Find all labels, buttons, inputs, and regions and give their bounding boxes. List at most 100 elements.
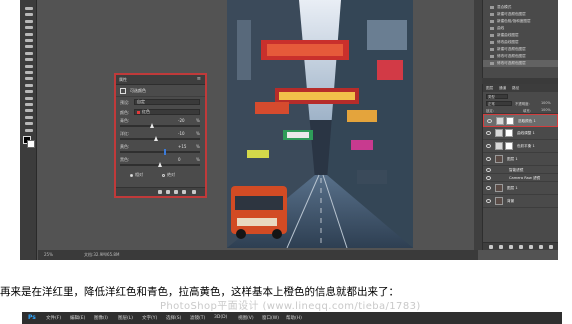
layer-row[interactable]: Camera Raw 滤镜: [483, 174, 558, 182]
layer-row[interactable]: 选取颜色 1: [483, 114, 558, 127]
menu-item[interactable]: 视图(V): [238, 315, 254, 321]
colors-select[interactable]: 红色: [134, 109, 200, 115]
mask-icon[interactable]: [509, 245, 513, 249]
menu-item[interactable]: 编辑(E): [70, 315, 85, 321]
dodge-tool[interactable]: [23, 89, 34, 95]
adjustment-icon[interactable]: [519, 245, 523, 249]
history-item[interactable]: 新建曲线图层: [483, 32, 558, 39]
lasso-tool[interactable]: [23, 19, 34, 25]
layer-row[interactable]: 背景: [483, 195, 558, 208]
layer-row[interactable]: 图层 1: [483, 182, 558, 195]
menu-item[interactable]: 图层(L): [118, 315, 133, 321]
quick-select-tool[interactable]: [23, 25, 34, 31]
menu-item[interactable]: 滤镜(T): [190, 315, 205, 321]
preset-select[interactable]: 自定: [134, 99, 200, 105]
visibility-icon[interactable]: [182, 190, 186, 194]
history-item[interactable]: 修改曲线图层: [483, 39, 558, 46]
slider-value[interactable]: -20: [178, 118, 185, 123]
history-item[interactable]: 新建色相/饱和度图层: [483, 18, 558, 25]
history-item[interactable]: 新建可选颜色图层: [483, 11, 558, 18]
layer-thumb[interactable]: [495, 197, 503, 205]
new-layer-icon[interactable]: [539, 245, 543, 249]
path-select-tool[interactable]: [23, 108, 34, 114]
move-tool[interactable]: [23, 6, 34, 12]
mask-thumb[interactable]: [505, 129, 513, 137]
radio-relative[interactable]: 相对: [130, 172, 143, 178]
history-item[interactable]: 曲线: [483, 25, 558, 32]
link-icon[interactable]: [489, 245, 493, 249]
brush-tool[interactable]: [23, 51, 34, 57]
menu-item[interactable]: 文件(F): [46, 315, 61, 321]
eye-icon[interactable]: [486, 199, 491, 203]
menu-item[interactable]: 文字(Y): [142, 315, 157, 321]
crop-tool[interactable]: [23, 32, 34, 38]
slider-track[interactable]: [120, 138, 200, 140]
healing-tool[interactable]: [23, 44, 34, 50]
history-item[interactable]: 修改可选颜色图层: [483, 60, 558, 67]
blur-tool[interactable]: [23, 83, 34, 89]
gradient-tool[interactable]: [23, 76, 34, 82]
folder-icon[interactable]: [529, 245, 533, 249]
history-brush-tool[interactable]: [23, 64, 34, 70]
menu-item[interactable]: 帮助(H): [286, 315, 302, 321]
clone-tool[interactable]: [23, 57, 34, 63]
clip-to-layer-icon[interactable]: [158, 190, 162, 194]
tools-panel: [20, 0, 37, 260]
type-tool[interactable]: [23, 102, 34, 108]
view-previous-icon[interactable]: [166, 190, 170, 194]
tab-channels[interactable]: 通道: [499, 84, 506, 92]
menu-item[interactable]: 窗口(W): [262, 315, 279, 321]
hand-tool[interactable]: [23, 121, 34, 127]
layer-thumb[interactable]: [495, 155, 503, 163]
mask-thumb[interactable]: [506, 117, 514, 125]
eye-icon[interactable]: [486, 157, 491, 161]
panel-menu-icon[interactable]: ≡: [197, 76, 201, 82]
fill-value[interactable]: 100%: [541, 108, 551, 112]
layer-row[interactable]: 智能滤镜: [483, 166, 558, 174]
eye-icon[interactable]: [486, 176, 491, 180]
slider-value[interactable]: +15: [178, 144, 186, 149]
eye-icon[interactable]: [486, 168, 491, 172]
eye-icon[interactable]: [486, 144, 491, 148]
slider-thumb[interactable]: [164, 149, 167, 155]
shape-tool[interactable]: [23, 115, 34, 121]
document-size[interactable]: 文档:32.9M/65.8M: [84, 250, 119, 260]
eyedropper-tool[interactable]: [23, 38, 34, 44]
properties-tab[interactable]: 属性: [119, 77, 127, 83]
canvas-area[interactable]: [38, 0, 478, 250]
menu-item[interactable]: 选择(S): [166, 315, 181, 321]
eye-icon[interactable]: [487, 119, 492, 123]
slider-track[interactable]: [120, 151, 200, 153]
radio-absolute[interactable]: 绝对: [162, 172, 175, 178]
layer-thumb[interactable]: [495, 184, 503, 192]
background-color-swatch[interactable]: [27, 140, 35, 148]
tab-layers[interactable]: 图层: [486, 84, 493, 92]
zoom-tool[interactable]: [23, 128, 34, 134]
tab-paths[interactable]: 路径: [512, 84, 519, 92]
eye-icon[interactable]: [486, 186, 491, 190]
menu-item[interactable]: 3D(D): [214, 315, 227, 320]
layer-row[interactable]: 图层 1: [483, 153, 558, 166]
delete-icon[interactable]: [192, 190, 196, 194]
history-item[interactable]: 修改可选颜色图层: [483, 53, 558, 60]
layer-row[interactable]: 色彩平衡 1: [483, 140, 558, 153]
slider-track[interactable]: [120, 125, 200, 127]
mask-thumb[interactable]: [505, 142, 513, 150]
history-item[interactable]: 混合模式: [483, 4, 558, 11]
trash-icon[interactable]: [549, 245, 553, 249]
pen-tool[interactable]: [23, 96, 34, 102]
zoom-level[interactable]: 25%: [44, 250, 53, 260]
eye-icon[interactable]: [486, 131, 491, 135]
layer-row[interactable]: 曲线调整 1: [483, 127, 558, 140]
fx-icon[interactable]: [499, 245, 503, 249]
slider-value[interactable]: -10: [178, 131, 185, 136]
history-item[interactable]: 新建可选颜色图层: [483, 46, 558, 53]
menu-item[interactable]: 图像(I): [94, 315, 108, 321]
properties-header[interactable]: 属性 ≡: [116, 75, 205, 85]
opacity-value[interactable]: 100%: [541, 101, 551, 105]
marquee-tool[interactable]: [23, 12, 34, 18]
reset-icon[interactable]: [174, 190, 178, 194]
eraser-tool[interactable]: [23, 70, 34, 76]
collapsed-panel-strip[interactable]: [474, 0, 482, 250]
slider-value[interactable]: 0: [178, 157, 181, 162]
